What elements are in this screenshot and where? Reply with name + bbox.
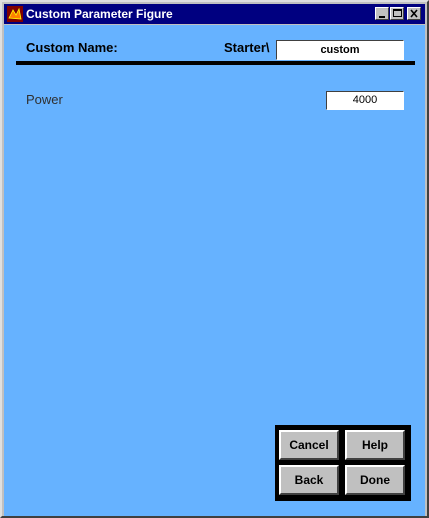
maximize-icon bbox=[393, 9, 402, 17]
custom-parameter-window: Custom Parameter Figure Custom Name: Sta… bbox=[0, 0, 429, 518]
window-title: Custom Parameter Figure bbox=[26, 7, 173, 21]
starter-label: Starter\ bbox=[224, 40, 270, 55]
back-button[interactable]: Back bbox=[279, 465, 339, 495]
minimize-button[interactable] bbox=[375, 7, 389, 20]
custom-name-label: Custom Name: bbox=[26, 40, 118, 55]
close-button[interactable] bbox=[407, 7, 421, 20]
power-label: Power bbox=[26, 92, 63, 107]
custom-name-field[interactable]: custom bbox=[276, 40, 404, 60]
help-button[interactable]: Help bbox=[345, 430, 405, 460]
maximize-button[interactable] bbox=[390, 7, 404, 20]
header-divider bbox=[16, 61, 415, 65]
power-field[interactable]: 4000 bbox=[326, 91, 404, 110]
cancel-button[interactable]: Cancel bbox=[279, 430, 339, 460]
figure-body: Custom Name: Starter\ custom Power 4000 … bbox=[4, 25, 425, 516]
button-panel: Cancel Help Back Done bbox=[275, 425, 411, 501]
matlab-app-icon[interactable] bbox=[7, 6, 23, 22]
title-bar[interactable]: Custom Parameter Figure bbox=[4, 4, 425, 24]
close-icon bbox=[410, 9, 418, 18]
done-button[interactable]: Done bbox=[345, 465, 405, 495]
minimize-icon bbox=[379, 16, 385, 18]
